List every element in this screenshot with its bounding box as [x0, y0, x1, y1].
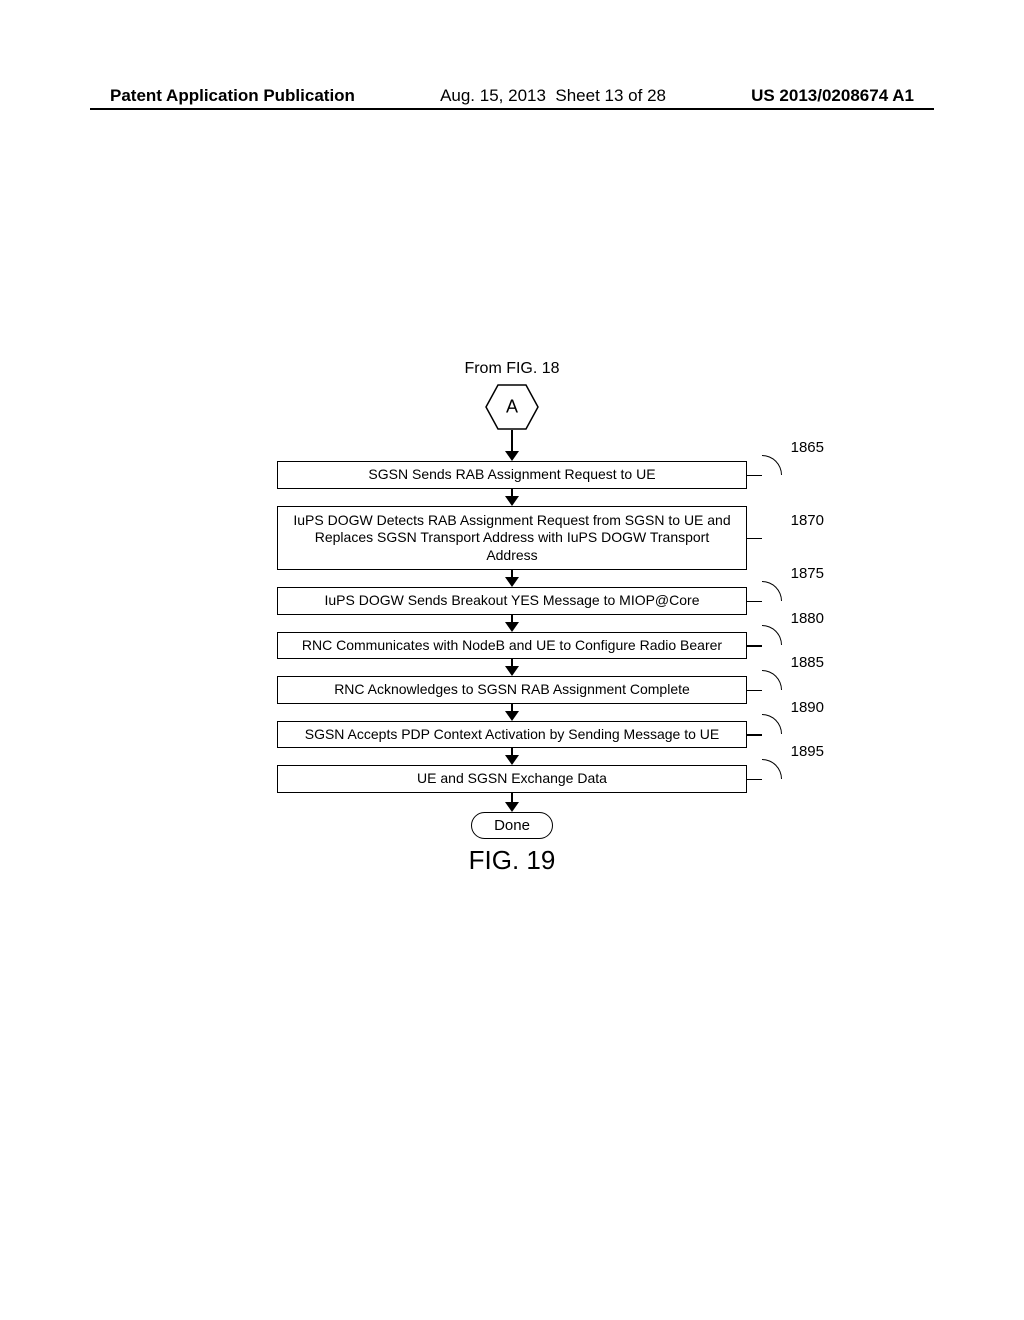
- page-header: Patent Application Publication Aug. 15, …: [0, 86, 1024, 106]
- flowchart: From FIG. 18 A SGSN Sends RAB Assignment…: [0, 360, 1024, 876]
- header-date-sheet: Aug. 15, 2013 Sheet 13 of 28: [440, 86, 666, 106]
- arrow: [505, 489, 519, 506]
- figure-label: FIG. 19: [469, 845, 556, 876]
- flow-step-1865: SGSN Sends RAB Assignment Request to UE …: [192, 461, 832, 489]
- connector-letter: A: [506, 397, 518, 418]
- header-publication-type: Patent Application Publication: [110, 86, 355, 106]
- header-sheet: Sheet 13 of 28: [555, 86, 666, 105]
- header-date: Aug. 15, 2013: [440, 86, 546, 105]
- flow-box: UE and SGSN Exchange Data: [277, 765, 747, 793]
- flow-box: SGSN Sends RAB Assignment Request to UE: [277, 461, 747, 489]
- flow-box: IuPS DOGW Sends Breakout YES Message to …: [277, 587, 747, 615]
- arrow: [505, 748, 519, 765]
- arrow: [505, 659, 519, 676]
- flow-step-1880: RNC Communicates with NodeB and UE to Co…: [192, 632, 832, 660]
- flow-step-1870: IuPS DOGW Detects RAB Assignment Request…: [192, 506, 832, 571]
- ref-number: 1890: [791, 699, 824, 716]
- flow-box: RNC Acknowledges to SGSN RAB Assignment …: [277, 676, 747, 704]
- header-publication-number: US 2013/0208674 A1: [751, 86, 914, 106]
- flow-step-1890: SGSN Accepts PDP Context Activation by S…: [192, 721, 832, 749]
- flow-step-1885: RNC Acknowledges to SGSN RAB Assignment …: [192, 676, 832, 704]
- from-figure-label: From FIG. 18: [464, 360, 559, 378]
- ref-number: 1875: [791, 565, 824, 582]
- arrow: [505, 615, 519, 632]
- arrow: [505, 704, 519, 721]
- arrow: [505, 570, 519, 587]
- flow-box: RNC Communicates with NodeB and UE to Co…: [277, 632, 747, 660]
- flow-terminator: Done: [471, 812, 553, 839]
- header-rule: [90, 108, 934, 110]
- arrow: [505, 793, 519, 812]
- ref-number: 1895: [791, 743, 824, 760]
- flow-step-1895: UE and SGSN Exchange Data 1895: [192, 765, 832, 793]
- ref-number: 1870: [791, 512, 824, 529]
- ref-number: 1880: [791, 610, 824, 627]
- ref-number: 1885: [791, 654, 824, 671]
- ref-number: 1865: [791, 439, 824, 456]
- flow-box: SGSN Accepts PDP Context Activation by S…: [277, 721, 747, 749]
- flow-box: IuPS DOGW Detects RAB Assignment Request…: [277, 506, 747, 571]
- arrow: [505, 430, 519, 461]
- flow-step-1875: IuPS DOGW Sends Breakout YES Message to …: [192, 587, 832, 615]
- off-page-connector: A: [485, 384, 539, 430]
